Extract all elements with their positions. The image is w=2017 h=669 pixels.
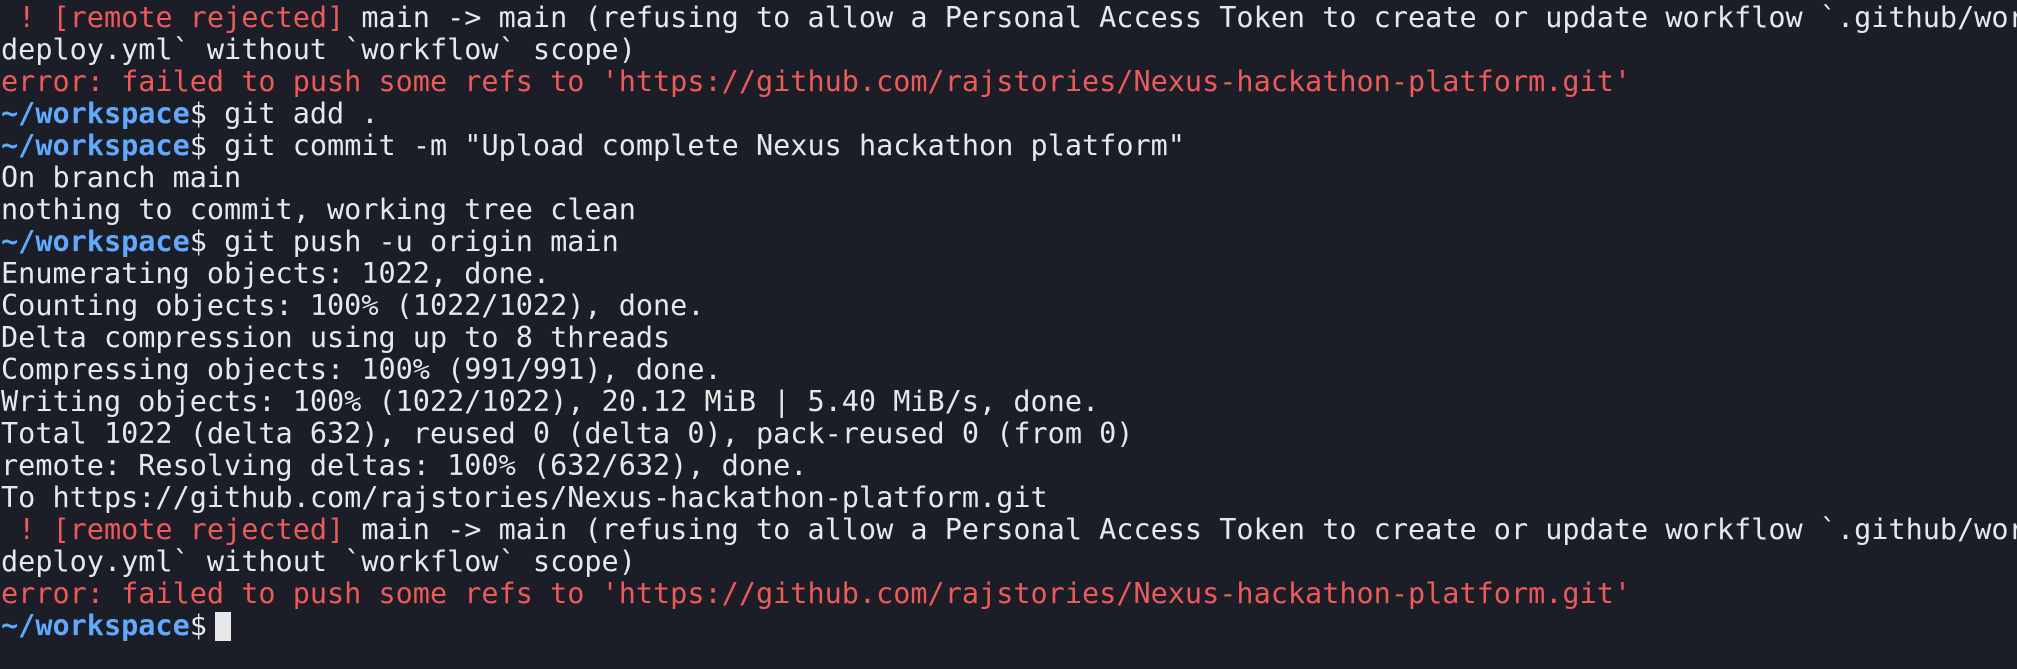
output-line: Counting objects: 100% (1022/1022), done… xyxy=(1,289,705,322)
output-line: On branch main xyxy=(1,161,242,194)
error-line: error: failed to push some refs to 'http… xyxy=(1,65,1632,98)
error-line: error: failed to push some refs to 'http… xyxy=(1,577,1632,610)
prompt-symbol: $ xyxy=(189,129,207,162)
output-line: Compressing objects: 100% (991/991), don… xyxy=(1,353,722,386)
output-line: Writing objects: 100% (1022/1022), 20.12… xyxy=(1,385,1100,418)
command-text: git commit -m "Upload complete Nexus hac… xyxy=(206,129,1185,162)
prompt-path: ~/workspace xyxy=(1,609,190,642)
active-prompt-line: ~/workspace$ xyxy=(1,610,231,642)
command-line: ~/workspace$ git commit -m "Upload compl… xyxy=(1,130,1185,162)
output-line: To https://github.com/rajstories/Nexus-h… xyxy=(1,481,1048,514)
rejected-tag: ! [remote rejected] xyxy=(1,513,345,546)
output-line: Total 1022 (delta 632), reused 0 (delta … xyxy=(1,417,1134,450)
command-text: git add . xyxy=(206,97,379,130)
command-text: git push -u origin main xyxy=(206,225,619,258)
remote-rejected-line: ! [remote rejected] main -> main (refusi… xyxy=(1,514,2017,546)
prompt-symbol: $ xyxy=(189,609,207,642)
command-line: ~/workspace$ git push -u origin main xyxy=(1,226,619,258)
prompt-path: ~/workspace xyxy=(1,97,190,130)
text-cursor xyxy=(214,612,231,641)
remote-rejected-line: ! [remote rejected] main -> main (refusi… xyxy=(1,2,2017,34)
prompt-symbol: $ xyxy=(189,225,207,258)
prompt-symbol: $ xyxy=(189,97,207,130)
prompt-path: ~/workspace xyxy=(1,225,190,258)
output-line: nothing to commit, working tree clean xyxy=(1,193,636,226)
output-line: remote: Resolving deltas: 100% (632/632)… xyxy=(1,449,808,482)
rejected-tag: ! [remote rejected] xyxy=(1,1,345,34)
output-line: deploy.yml` without `workflow` scope) xyxy=(1,33,636,66)
command-line: ~/workspace$ git add . xyxy=(1,98,379,130)
rejected-message: main -> main (refusing to allow a Person… xyxy=(344,1,2017,34)
output-line: Delta compression using up to 8 threads xyxy=(1,321,671,354)
output-line: Enumerating objects: 1022, done. xyxy=(1,257,551,290)
rejected-message: main -> main (refusing to allow a Person… xyxy=(344,513,2017,546)
prompt-path: ~/workspace xyxy=(1,129,190,162)
output-line: deploy.yml` without `workflow` scope) xyxy=(1,545,636,578)
terminal-window[interactable]: ! [remote rejected] main -> main (refusi… xyxy=(0,0,2017,669)
